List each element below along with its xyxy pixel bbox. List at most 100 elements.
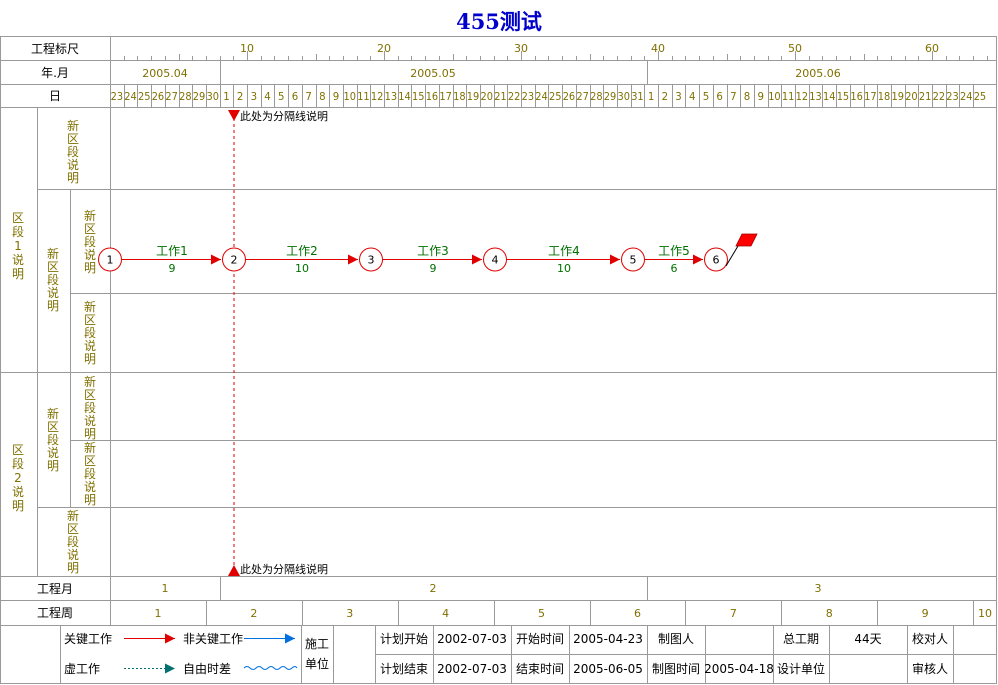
day-cell: 6 [716,91,723,103]
ruler-tick-label: 60 [925,42,939,55]
day-cell: 3 [675,91,682,103]
day-cell: 18 [453,91,466,103]
day-cell: 16 [426,91,439,103]
section1-label: 区段 1 说明 [12,211,24,281]
month-label: 年.月 [41,66,69,80]
unit-label-line1: 施工 [305,637,329,651]
design-unit-label: 设计单位 [777,661,825,676]
day-cell: 30 [618,91,631,103]
task-duration-5: 6 [671,262,678,275]
section2-sub-a-label: 新区段说明 [84,374,96,441]
day-cell: 13 [809,91,822,103]
day-cell: 22 [508,91,521,103]
day-cell: 24 [960,91,973,103]
ruler-tick-label: 30 [514,42,528,55]
task-name-5: 工作5 [658,244,690,258]
plan-start-value: 2002-07-03 [437,632,507,646]
project-week-cell: 7 [730,607,737,620]
day-cell: 24 [124,91,137,103]
draw-time-label: 制图时间 [652,662,700,676]
day-cell: 4 [689,91,696,103]
legend-noncritical-label: 非关键工作 [183,632,243,646]
unit-label-line2: 单位 [305,656,329,671]
project-month-label: 工程月 [37,581,73,596]
node-label-3: 3 [368,254,375,267]
day-cells: 23 24 25 26 27 28 29 30 1 2 3 4 5 6 7 8 9 10 11 12 13 14 15 16 1… [111,84,986,107]
project-week-cell: 8 [826,607,833,620]
checker-label: 校对人 [912,631,948,646]
day-cell: 26 [152,91,165,103]
task-duration-1: 9 [169,262,176,275]
day-cell: 15 [412,91,425,103]
project-week-cell: 6 [634,607,641,620]
task-duration-4: 10 [557,262,571,275]
project-week-cell: 9 [922,607,929,620]
day-cell: 24 [535,91,548,103]
section1-sub-c-label: 新区段说明 [84,299,96,366]
week-cells: 1 2 3 4 5 6 7 8 9 10 [154,600,992,625]
day-cell: 28 [179,91,192,103]
day-cell: 12 [371,91,384,103]
section1-sub-b-label: 新区段说明 [84,208,96,275]
plan-end-value: 2002-07-03 [437,662,507,676]
grid-frame [0,36,997,684]
day-cell: 20 [905,91,918,103]
day-cell: 27 [165,91,178,103]
reviewer-label: 审核人 [912,661,948,676]
day-cell: 1 [223,91,230,103]
day-cell: 2 [662,91,669,103]
day-cell: 9 [333,91,340,103]
day-cell: 16 [850,91,863,103]
day-label: 日 [49,89,61,103]
day-cell: 10 [768,91,781,103]
day-cell: 17 [864,91,877,103]
total-duration-label: 总工期 [783,632,819,646]
ruler-tick-label: 40 [651,42,665,55]
day-cell: 3 [251,91,258,103]
project-week-cell: 4 [442,607,449,620]
day-cell: 17 [439,91,452,103]
day-cell: 20 [481,91,494,103]
node-label-5: 5 [630,254,637,267]
day-cell: 29 [193,91,206,103]
section2-sub-b-label: 新区段说明 [84,440,96,507]
finish-flag-icon [725,233,758,267]
day-cell: 8 [744,91,751,103]
day-cell: 25 [549,91,562,103]
day-cell: 14 [398,91,411,103]
plan-end-label: 计划结束 [380,662,428,676]
day-cell: 29 [604,91,617,103]
month-2005-04: 2005.04 [142,67,188,80]
day-cell: 21 [494,91,507,103]
ruler-labels: 10 20 30 40 50 60 [240,42,939,55]
day-cell: 19 [892,91,905,103]
day-cell: 11 [357,91,370,103]
legend-free-float-wave [243,666,298,670]
start-time-value: 2005-04-23 [573,632,643,646]
day-cell: 25 [138,91,151,103]
ruler-tick-label: 10 [240,42,254,55]
task-duration-2: 10 [295,262,309,275]
project-week-cell: 2 [250,607,257,620]
legend-free-float-label: 自由时差 [183,662,231,676]
separator-note-top: 此处为分隔线说明 [240,109,328,123]
section2-sub-c-label: 新区段说明 [67,508,79,575]
node-label-1: 1 [107,254,114,267]
day-cell: 19 [467,91,480,103]
start-time-label: 开始时间 [516,632,564,646]
node-label-4: 4 [492,254,499,267]
day-cell: 8 [319,91,326,103]
ruler-tick-label: 50 [788,42,802,55]
project-week-cell: 1 [154,607,161,620]
day-cell: 18 [878,91,891,103]
project-week-cell: 5 [538,607,545,620]
day-cell: 11 [782,91,795,103]
section2-sub-label: 新区段说明 [47,406,59,473]
task-duration-3: 9 [430,262,437,275]
day-cell: 12 [796,91,809,103]
section2-label: 区段 2 说明 [12,443,24,513]
node-label-2: 2 [231,254,238,267]
day-cell: 28 [590,91,603,103]
project-week-cell: 3 [346,607,353,620]
project-month-3: 3 [815,582,822,595]
